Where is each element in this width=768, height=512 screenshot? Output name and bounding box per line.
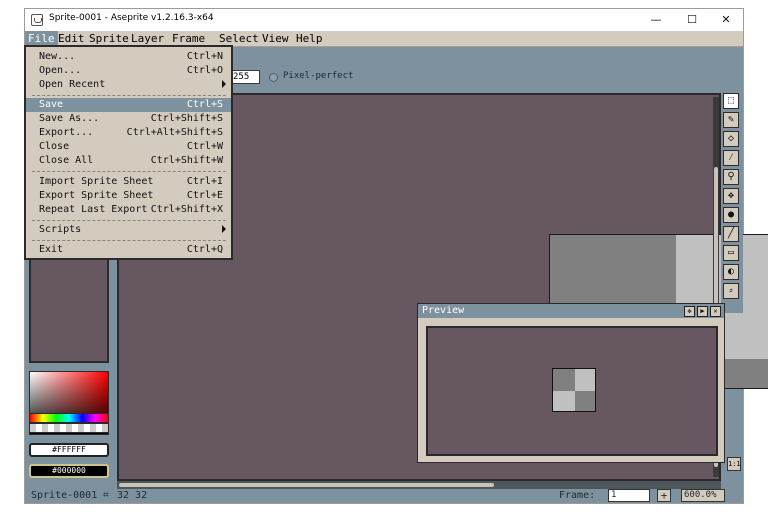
paint-bucket-icon[interactable]: ● xyxy=(723,207,739,223)
menu-item-close-all[interactable]: Close All Ctrl+Shift+W xyxy=(26,154,231,168)
menu-item-save[interactable]: Save Ctrl+S xyxy=(26,98,231,112)
horizontal-scroll-thumb[interactable] xyxy=(119,483,494,487)
size-icon: ⌗ xyxy=(103,490,109,501)
status-bar: Sprite-0001 ⌗ 32 32 Frame: 1 + 600.0% xyxy=(25,489,743,503)
menu-item-export-sprite-sheet[interactable]: Export Sprite Sheet Ctrl+E xyxy=(26,189,231,203)
aseprite-app-icon xyxy=(31,14,43,26)
menu-view[interactable]: View xyxy=(259,31,292,47)
ellipse-icon[interactable]: ◐ xyxy=(723,264,739,280)
preview-sprite xyxy=(552,368,596,412)
pencil-icon[interactable]: ✎ xyxy=(723,112,739,128)
zoom-dropdown[interactable]: 600.0% xyxy=(681,489,725,502)
menu-item-close[interactable]: Close Ctrl+W xyxy=(26,140,231,154)
alpha-slider[interactable] xyxy=(29,423,109,433)
submenu-arrow-icon xyxy=(222,80,226,88)
preview-canvas xyxy=(426,326,718,456)
minimize-button[interactable]: — xyxy=(639,9,673,31)
rectangle-icon[interactable]: ▭ xyxy=(723,245,739,261)
frame-label: Frame: xyxy=(559,490,596,501)
preview-pixel-br xyxy=(575,391,595,411)
menu-separator xyxy=(32,95,226,96)
tools-column: ⬚ ✎ ◇ ⁄ ⚲ ✥ ● ╱ ▭ ◐ ⸗ xyxy=(721,93,743,313)
menu-separator xyxy=(32,220,226,221)
submenu-arrow-icon xyxy=(222,225,226,233)
line-icon[interactable]: ╱ xyxy=(723,226,739,242)
preview-window[interactable]: Preview ✥ ▶ ✕ xyxy=(417,303,725,463)
status-sprite-name: Sprite-0001 xyxy=(31,490,98,501)
preview-center-icon[interactable]: ✥ xyxy=(684,306,695,317)
frame-input[interactable]: 1 xyxy=(608,489,650,502)
pixel-perfect-label: Pixel-perfect xyxy=(283,71,354,81)
close-button[interactable]: ✕ xyxy=(709,9,743,31)
menu-item-exit[interactable]: Exit Ctrl+Q xyxy=(26,243,231,257)
horizontal-scrollbar[interactable] xyxy=(117,481,721,489)
timeline-toggle-icon[interactable]: 1:1 xyxy=(727,457,741,471)
preview-title: Preview xyxy=(418,304,724,318)
title-bar: Sprite-0001 - Aseprite v1.2.16.3-x64 — ☐… xyxy=(25,9,743,31)
menu-item-open[interactable]: Open... Ctrl+O xyxy=(26,64,231,78)
menu-item-repeat-last-export[interactable]: Repeat Last Export Ctrl+Shift+X xyxy=(26,203,231,217)
eyedropper-icon[interactable]: ⁄ xyxy=(723,150,739,166)
status-dimensions: 32 32 xyxy=(117,490,148,501)
menu-item-save-as[interactable]: Save As... Ctrl+Shift+S xyxy=(26,112,231,126)
menu-help[interactable]: Help xyxy=(293,31,326,47)
menu-item-scripts[interactable]: Scripts xyxy=(26,223,231,237)
menu-item-new[interactable]: New... Ctrl+N xyxy=(26,50,231,64)
file-menu-dropdown: New... Ctrl+N Open... Ctrl+O Open Recent S… xyxy=(24,45,233,260)
preview-pixel-tl xyxy=(553,369,575,391)
preview-close-icon[interactable]: ✕ xyxy=(710,306,721,317)
zoom-icon[interactable]: ⚲ xyxy=(723,169,739,185)
blur-icon[interactable]: ⸗ xyxy=(723,283,739,299)
marquee-icon[interactable]: ⬚ xyxy=(723,93,739,109)
menu-separator xyxy=(32,171,226,172)
menu-separator xyxy=(32,240,226,241)
window-title: Sprite-0001 - Aseprite v1.2.16.3-x64 xyxy=(49,13,214,23)
foreground-color-button[interactable]: #FFFFFF xyxy=(29,443,109,457)
opacity-input[interactable]: 255 xyxy=(230,70,260,84)
preview-pixel-bl xyxy=(553,391,575,411)
hue-slider[interactable] xyxy=(29,413,109,423)
maximize-button[interactable]: ☐ xyxy=(675,9,709,31)
eraser-icon[interactable]: ◇ xyxy=(723,131,739,147)
menu-item-import-sprite-sheet[interactable]: Import Sprite Sheet Ctrl+I xyxy=(26,175,231,189)
add-frame-button[interactable]: + xyxy=(657,489,671,502)
background-color-button[interactable]: #000000 xyxy=(29,464,109,478)
pixel-perfect-checkbox[interactable] xyxy=(269,73,278,82)
menu-item-open-recent[interactable]: Open Recent xyxy=(26,78,231,92)
preview-play-icon[interactable]: ▶ xyxy=(697,306,708,317)
move-icon[interactable]: ✥ xyxy=(723,188,739,204)
menu-item-export[interactable]: Export... Ctrl+Alt+Shift+S xyxy=(26,126,231,140)
preview-pixel-tr xyxy=(575,369,595,391)
